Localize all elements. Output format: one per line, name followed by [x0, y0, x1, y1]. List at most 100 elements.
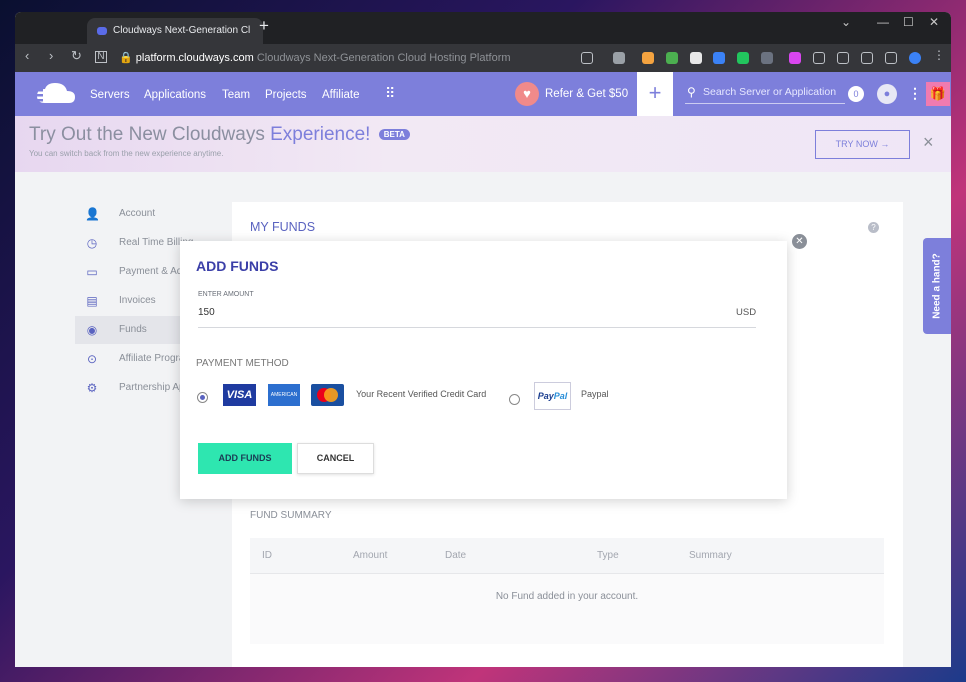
- paypal-radio[interactable]: [509, 394, 520, 405]
- extension-3-icon[interactable]: [690, 52, 702, 64]
- beta-badge: BETA: [378, 129, 410, 140]
- fund-summary-heading: FUND SUMMARY: [250, 510, 332, 521]
- payment-method-label: PAYMENT METHOD: [196, 358, 289, 369]
- banner-title-prefix: Try Out the New Cloudways: [29, 124, 265, 145]
- credit-card-icon: ▭: [86, 265, 98, 279]
- new-tab-button[interactable]: +: [259, 16, 269, 36]
- search-placeholder: Search Server or Application: [703, 86, 837, 98]
- nav-affiliate[interactable]: Affiliate: [322, 89, 360, 101]
- modal-close-icon[interactable]: ✕: [792, 234, 807, 249]
- amount-label: ENTER AMOUNT: [198, 291, 254, 298]
- amount-underline: [198, 327, 756, 328]
- browser-tab-bar: Cloudways Next-Generation Cl + ⌄ — ☐ ✕: [15, 12, 951, 44]
- extension-1-icon[interactable]: [642, 52, 654, 64]
- address-bar-row: ‹ › ↻ N 🔒 platform.cloudways.com Cloudwa…: [15, 44, 951, 72]
- sidebar-item-label: Account: [119, 208, 156, 219]
- page-title: MY FUNDS: [250, 220, 316, 234]
- banner-close-icon[interactable]: ×: [923, 132, 934, 153]
- coin-icon: ◉: [86, 323, 98, 337]
- empty-table-message: No Fund added in your account.: [250, 574, 884, 644]
- bookmark-star-icon[interactable]: [613, 52, 625, 64]
- amex-icon: AMERICAN EXPRESS: [268, 384, 300, 420]
- cancel-button[interactable]: CANCEL: [297, 443, 374, 474]
- cast-icon[interactable]: [837, 52, 849, 64]
- search-input[interactable]: ⚲ Search Server or Application: [685, 86, 845, 104]
- experience-banner: Try Out the New Cloudways Experience! BE…: [15, 116, 951, 172]
- browser-tab[interactable]: Cloudways Next-Generation Cl: [87, 18, 263, 44]
- visa-icon: VISA: [223, 384, 256, 406]
- reader-icon[interactable]: N: [95, 51, 107, 63]
- need-a-hand-label: Need a hand?: [931, 253, 943, 319]
- add-new-button[interactable]: +: [637, 72, 673, 116]
- url-domain: platform.cloudways.com: [135, 52, 254, 64]
- screenshot-icon[interactable]: [861, 52, 873, 64]
- nav-applications[interactable]: Applications: [144, 89, 206, 101]
- card-radio[interactable]: [197, 392, 208, 403]
- share-icon[interactable]: [581, 52, 593, 64]
- extension-2-icon[interactable]: [666, 52, 678, 64]
- heart-icon: ♥: [515, 82, 539, 106]
- invoice-icon: ▤: [86, 294, 98, 308]
- download-icon[interactable]: [813, 52, 825, 64]
- sidebar-item-label: Funds: [119, 324, 147, 335]
- recent-card-label: Your Recent Verified Credit Card: [356, 389, 487, 399]
- apps-grid-icon[interactable]: ⠿: [385, 85, 395, 102]
- nav-servers[interactable]: Servers: [90, 89, 130, 101]
- column-header: Date: [445, 550, 467, 561]
- tab-title: Cloudways Next-Generation Cl: [113, 25, 251, 36]
- sidebar-item-label: Invoices: [119, 295, 156, 306]
- more-menu-icon[interactable]: ⋮: [908, 85, 922, 102]
- nav-team[interactable]: Team: [222, 89, 250, 101]
- modal-title: ADD FUNDS: [196, 258, 279, 274]
- maximize-icon[interactable]: ☐: [903, 15, 914, 29]
- banner-subtitle: You can switch back from the new experie…: [29, 149, 224, 158]
- gift-icon[interactable]: 🎁: [926, 82, 950, 106]
- extension-7-icon[interactable]: [789, 52, 801, 64]
- side-panel-icon[interactable]: [885, 52, 897, 64]
- need-a-hand-tab[interactable]: Need a hand?: [923, 238, 951, 334]
- cloudways-favicon-icon: [97, 27, 107, 35]
- fund-table-header: ID Amount Date Type Summary: [250, 538, 884, 574]
- column-header: Amount: [353, 550, 388, 561]
- user-icon: 👤: [85, 207, 100, 221]
- lock-icon: 🔒: [119, 52, 133, 64]
- try-now-button[interactable]: TRY NOW →: [815, 130, 910, 159]
- refer-label: Refer & Get $50: [545, 88, 629, 100]
- clock-icon: ◷: [86, 236, 98, 250]
- mastercard-icon: [311, 384, 344, 406]
- tab-search-icon[interactable]: ⌄: [841, 15, 851, 29]
- sidebar-item-account[interactable]: 👤 Account: [75, 200, 235, 228]
- browser-window: Cloudways Next-Generation Cl + ⌄ — ☐ ✕ ‹…: [15, 12, 951, 667]
- paypal-logo-icon: PayPal: [534, 382, 571, 410]
- cloudways-logo-icon[interactable]: [29, 81, 77, 107]
- column-header: Summary: [689, 550, 732, 561]
- column-header: ID: [262, 550, 272, 561]
- paypal-label: Paypal: [581, 389, 609, 399]
- minimize-icon[interactable]: —: [877, 15, 889, 29]
- reload-icon[interactable]: ↻: [71, 48, 82, 64]
- browser-menu-icon[interactable]: ⋮: [933, 48, 945, 62]
- back-icon[interactable]: ‹: [25, 48, 29, 63]
- extension-4-icon[interactable]: [713, 52, 725, 64]
- add-funds-button[interactable]: ADD FUNDS: [198, 443, 292, 474]
- close-window-icon[interactable]: ✕: [929, 15, 939, 29]
- url-page-title: Cloudways Next-Generation Cloud Hosting …: [256, 52, 511, 64]
- amount-input[interactable]: 150: [198, 307, 215, 318]
- search-icon: ⚲: [687, 86, 696, 99]
- forward-icon[interactable]: ›: [49, 48, 53, 63]
- extension-6-icon[interactable]: [761, 52, 773, 64]
- user-avatar-icon[interactable]: ●: [877, 84, 897, 104]
- extension-5-icon[interactable]: [737, 52, 749, 64]
- url-field[interactable]: 🔒 platform.cloudways.com Cloudways Next-…: [119, 48, 619, 68]
- affiliate-icon: ⊙: [86, 352, 98, 366]
- currency-label: USD: [736, 307, 757, 318]
- banner-title-accent: Experience!: [270, 124, 371, 145]
- column-header: Type: [597, 550, 619, 561]
- notification-badge[interactable]: 0: [848, 86, 864, 102]
- profile-icon[interactable]: [909, 52, 921, 64]
- nav-projects[interactable]: Projects: [265, 89, 307, 101]
- refer-button[interactable]: ♥ Refer & Get $50: [515, 82, 629, 106]
- banner-title: Try Out the New Cloudways Experience! BE…: [29, 124, 410, 146]
- add-funds-modal: ADD FUNDS ENTER AMOUNT 150 USD PAYMENT M…: [180, 241, 787, 499]
- help-icon[interactable]: ?: [868, 222, 879, 233]
